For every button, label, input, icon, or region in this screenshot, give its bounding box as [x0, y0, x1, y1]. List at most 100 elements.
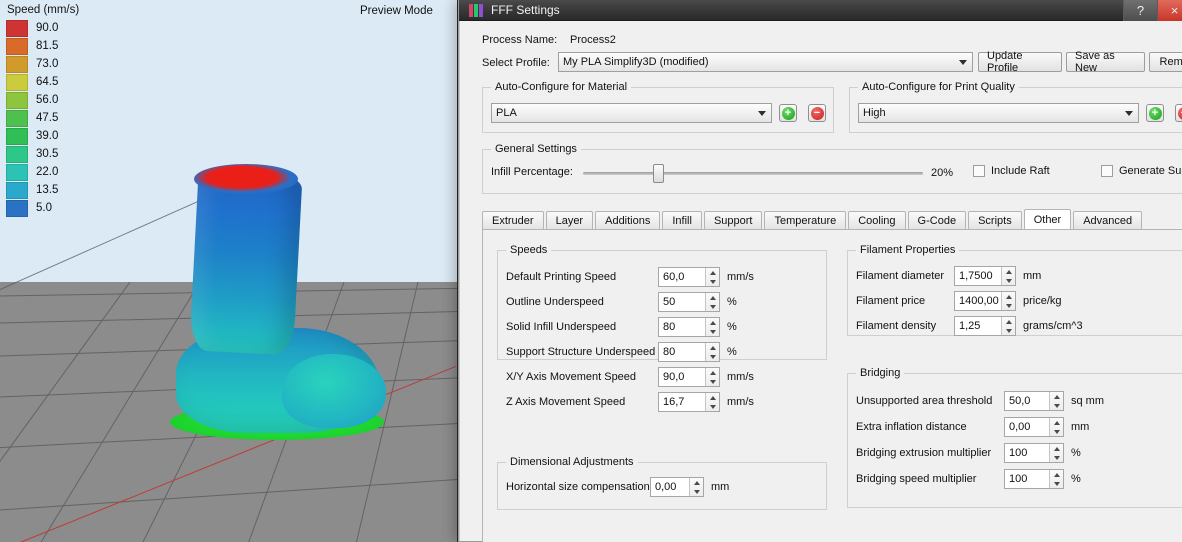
spinner-up-button[interactable] — [1002, 292, 1015, 301]
spinner-value[interactable]: 0,00 — [651, 478, 689, 496]
spinner-down-button[interactable] — [706, 302, 719, 311]
numeric-spinner[interactable]: 50,0 — [1004, 391, 1064, 411]
tab-support[interactable]: Support — [703, 211, 763, 230]
spinner-value[interactable]: 100 — [1005, 444, 1049, 462]
spinner-buttons[interactable] — [1049, 392, 1063, 410]
spinner-down-button[interactable] — [1050, 479, 1063, 488]
remove-material-button[interactable]: − — [808, 104, 826, 122]
sliced-boot-model[interactable] — [170, 164, 391, 440]
tab-temperature[interactable]: Temperature — [764, 211, 847, 230]
spinner-up-button[interactable] — [1002, 267, 1015, 276]
spinner-down-button[interactable] — [706, 277, 719, 286]
spinner-up-button[interactable] — [706, 368, 719, 377]
spinner-buttons[interactable] — [705, 393, 719, 411]
spinner-value[interactable]: 100 — [1005, 470, 1049, 488]
spinner-value[interactable]: 60,0 — [659, 268, 705, 286]
spinner-down-button[interactable] — [706, 327, 719, 336]
spinner-buttons[interactable] — [1049, 470, 1063, 488]
numeric-spinner[interactable]: 1,25 — [954, 316, 1016, 336]
spinner-buttons[interactable] — [1001, 267, 1015, 285]
numeric-spinner[interactable]: 80 — [658, 342, 720, 362]
close-button[interactable]: × — [1157, 0, 1182, 21]
spinner-up-button[interactable] — [706, 393, 719, 402]
select-profile-combo[interactable]: My PLA Simplify3D (modified) — [558, 52, 973, 72]
numeric-spinner[interactable]: 60,0 — [658, 267, 720, 287]
spinner-up-button[interactable] — [706, 268, 719, 277]
numeric-spinner[interactable]: 1400,00 — [954, 291, 1016, 311]
spinner-up-button[interactable] — [1050, 470, 1063, 479]
spinner-up-button[interactable] — [706, 293, 719, 302]
numeric-spinner[interactable]: 80 — [658, 317, 720, 337]
spinner-down-button[interactable] — [706, 402, 719, 411]
tab-extruder[interactable]: Extruder — [482, 211, 544, 230]
material-combo[interactable]: PLA — [491, 103, 772, 123]
spinner-buttons[interactable] — [705, 368, 719, 386]
numeric-spinner[interactable]: 0,00 — [650, 477, 704, 497]
spinner-up-button[interactable] — [706, 343, 719, 352]
numeric-spinner[interactable]: 16,7 — [658, 392, 720, 412]
spinner-up-button[interactable] — [690, 478, 703, 487]
spinner-value[interactable]: 50,0 — [1005, 392, 1049, 410]
spinner-buttons[interactable] — [1001, 292, 1015, 310]
spinner-up-button[interactable] — [1050, 392, 1063, 401]
slider-thumb[interactable] — [653, 164, 664, 183]
spinner-down-button[interactable] — [1002, 326, 1015, 335]
spinner-down-button[interactable] — [1002, 301, 1015, 310]
spinner-buttons[interactable] — [705, 318, 719, 336]
spinner-up-button[interactable] — [706, 318, 719, 327]
spinner-down-button[interactable] — [1002, 276, 1015, 285]
tab-layer[interactable]: Layer — [545, 211, 594, 230]
spinner-value[interactable]: 90,0 — [659, 368, 705, 386]
spinner-down-button[interactable] — [1050, 427, 1063, 436]
spinner-down-button[interactable] — [706, 377, 719, 386]
tab-cooling[interactable]: Cooling — [848, 211, 906, 230]
spinner-buttons[interactable] — [705, 268, 719, 286]
process-name-value[interactable]: Process2 — [570, 34, 616, 46]
numeric-spinner[interactable]: 1,7500 — [954, 266, 1016, 286]
numeric-spinner[interactable]: 100 — [1004, 443, 1064, 463]
spinner-buttons[interactable] — [1001, 317, 1015, 335]
spinner-down-button[interactable] — [1050, 401, 1063, 410]
spinner-down-button[interactable] — [1050, 453, 1063, 462]
update-profile-button[interactable]: Update Profile — [978, 50, 1062, 74]
generate-support-checkbox-row[interactable]: Generate Support — [1101, 165, 1182, 177]
remove-quality-button[interactable]: − — [1175, 104, 1182, 122]
spinner-buttons[interactable] — [705, 293, 719, 311]
spinner-up-button[interactable] — [1002, 317, 1015, 326]
quality-combo[interactable]: High — [858, 103, 1139, 123]
include-raft-checkbox-row[interactable]: Include Raft — [973, 165, 1050, 177]
spinner-up-button[interactable] — [1050, 418, 1063, 427]
spinner-value[interactable]: 16,7 — [659, 393, 705, 411]
spinner-buttons[interactable] — [1049, 418, 1063, 436]
numeric-spinner[interactable]: 50 — [658, 292, 720, 312]
tab-infill[interactable]: Infill — [662, 211, 702, 230]
spinner-value[interactable]: 80 — [659, 343, 705, 361]
spinner-buttons[interactable] — [705, 343, 719, 361]
spinner-value[interactable]: 1,25 — [955, 317, 1001, 335]
include-raft-checkbox[interactable] — [973, 165, 985, 177]
spinner-up-button[interactable] — [1050, 444, 1063, 453]
spinner-down-button[interactable] — [706, 352, 719, 361]
spinner-value[interactable]: 50 — [659, 293, 705, 311]
tab-scripts[interactable]: Scripts — [968, 211, 1022, 230]
numeric-spinner[interactable]: 0,00 — [1004, 417, 1064, 437]
spinner-value[interactable]: 80 — [659, 318, 705, 336]
help-button[interactable]: ? — [1123, 0, 1157, 21]
tab-advanced[interactable]: Advanced — [1073, 211, 1143, 230]
spinner-buttons[interactable] — [1049, 444, 1063, 462]
spinner-value[interactable]: 1,7500 — [955, 267, 1001, 285]
tab-additions[interactable]: Additions — [595, 211, 661, 230]
tab-other[interactable]: Other — [1023, 209, 1072, 230]
remove-button[interactable]: Remove — [1149, 52, 1182, 72]
spinner-buttons[interactable] — [689, 478, 703, 496]
infill-percentage-slider[interactable] — [583, 164, 923, 183]
dialog-titlebar[interactable]: FFF Settings ? × — [459, 0, 1182, 21]
numeric-spinner[interactable]: 90,0 — [658, 367, 720, 387]
spinner-down-button[interactable] — [690, 487, 703, 496]
save-as-new-button[interactable]: Save as New — [1066, 50, 1145, 74]
tab-g-code[interactable]: G-Code — [907, 211, 967, 230]
spinner-value[interactable]: 1400,00 — [955, 292, 1001, 310]
add-quality-button[interactable]: + — [1146, 104, 1164, 122]
spinner-value[interactable]: 0,00 — [1005, 418, 1049, 436]
generate-support-checkbox[interactable] — [1101, 165, 1113, 177]
